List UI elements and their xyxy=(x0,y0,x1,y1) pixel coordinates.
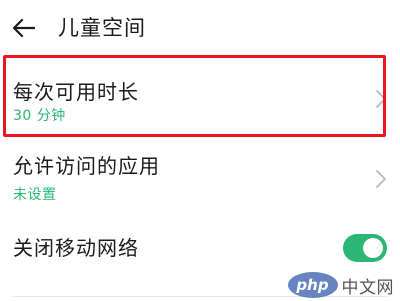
setting-label: 允许访问的应用 xyxy=(13,154,160,178)
watermark: php 中文网 xyxy=(287,271,395,299)
setting-label: 每次可用时长 xyxy=(13,80,139,104)
toggle-knob xyxy=(363,238,383,258)
watermark-logo: php xyxy=(287,272,338,298)
chevron-right-icon xyxy=(376,170,386,188)
allowed-apps-setting[interactable]: 允许访问的应用 未设置 xyxy=(0,140,400,215)
usage-duration-setting[interactable]: 每次可用时长 30 分钟 xyxy=(0,57,400,137)
setting-label: 关闭移动网络 xyxy=(13,236,139,260)
mobile-network-toggle[interactable] xyxy=(343,234,387,262)
chevron-right-icon xyxy=(376,90,386,108)
setting-value: 未设置 xyxy=(13,187,57,203)
watermark-text: 中文网 xyxy=(341,277,394,298)
page-title: 儿童空间 xyxy=(58,16,146,40)
setting-value: 30 分钟 xyxy=(13,108,66,124)
app-header: 儿童空间 xyxy=(0,0,400,56)
back-arrow-icon xyxy=(13,19,35,37)
back-button[interactable] xyxy=(10,14,38,42)
